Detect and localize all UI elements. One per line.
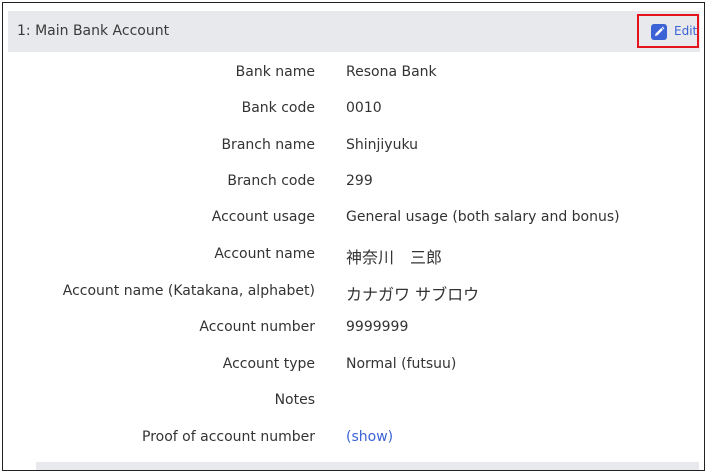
field-label: Proof of account number [142, 429, 315, 445]
field-value: Shinjiyuku [346, 137, 419, 153]
row-account-name: Account name 神奈川 三郎 [3, 244, 704, 267]
field-value: Normal (futsuu) [346, 356, 457, 372]
panel-header: 1: Main Bank Account Edit [8, 11, 700, 52]
row-branch-name: Branch name Shinjiyuku [3, 135, 704, 157]
row-account-name-katakana: Account name (Katakana, alphabet) カナガワ サ… [3, 281, 704, 304]
field-label: Account name (Katakana, alphabet) [62, 283, 315, 299]
row-branch-code: Branch code 299 [3, 171, 704, 193]
field-label: Account name [214, 246, 315, 262]
row-proof-of-account-number: Proof of account number (show) [3, 427, 704, 449]
field-label: Account number [199, 319, 315, 335]
row-account-number: Account number 9999999 [3, 317, 704, 339]
bank-account-panel: 1: Main Bank Account Edit Bank name Reso… [2, 2, 705, 471]
field-label: Account usage [211, 209, 315, 225]
field-value: General usage (both salary and bonus) [346, 209, 620, 225]
panel-title: 1: Main Bank Account [17, 23, 170, 39]
row-bank-code: Bank code 0010 [3, 98, 704, 120]
field-value: カナガワ サブロウ [346, 285, 480, 304]
field-label: Bank name [235, 64, 315, 80]
row-account-type: Account type Normal (futsuu) [3, 354, 704, 376]
field-label: Branch name [221, 137, 315, 153]
field-value: 0010 [346, 100, 382, 116]
field-value: 神奈川 三郎 [346, 248, 443, 267]
field-label: Bank code [241, 100, 315, 116]
field-label: Branch code [227, 173, 315, 189]
pencil-icon [651, 24, 667, 40]
field-value: 9999999 [346, 319, 409, 335]
row-notes: Notes [3, 390, 704, 412]
panel-footer-strip [36, 462, 699, 470]
edit-button[interactable]: Edit [637, 14, 699, 48]
field-label: Notes [274, 392, 315, 408]
field-value: 299 [346, 173, 373, 189]
row-account-usage: Account usage General usage (both salary… [3, 207, 704, 229]
row-bank-name: Bank name Resona Bank [3, 62, 704, 84]
field-label: Account type [222, 356, 315, 372]
show-proof-link[interactable]: (show) [346, 429, 393, 445]
edit-label: Edit [674, 24, 698, 38]
field-value: Resona Bank [346, 64, 437, 80]
